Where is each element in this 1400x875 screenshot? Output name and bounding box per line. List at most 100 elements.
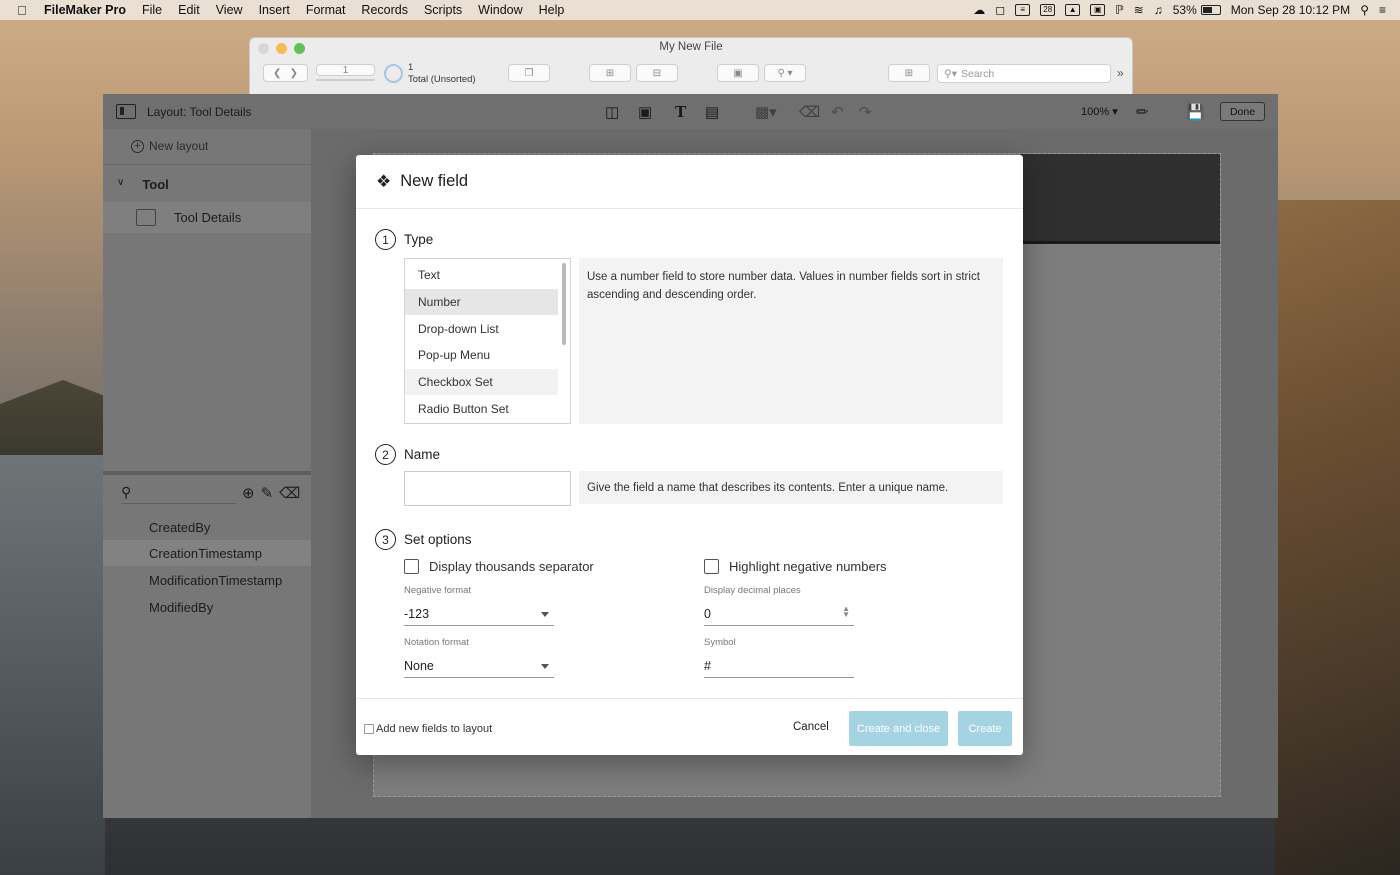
- delete-record-button[interactable]: ⊟: [636, 64, 678, 82]
- negative-format-label: Negative format: [404, 585, 472, 596]
- add-field-icon[interactable]: ⊕: [242, 484, 255, 502]
- done-button[interactable]: Done: [1220, 102, 1265, 121]
- chevron-right-icon[interactable]: ❯: [290, 68, 298, 79]
- toolbar-overflow-icon[interactable]: »: [1117, 66, 1124, 80]
- spotlight-search-icon[interactable]: ⚲: [1360, 3, 1369, 17]
- field-cubes-icon: ❖: [376, 171, 392, 191]
- battery-percent: 53%: [1172, 3, 1197, 17]
- caret-down-icon: [541, 612, 549, 617]
- checkbox-label: Add new fields to layout: [376, 723, 493, 735]
- record-number-input[interactable]: 1: [316, 64, 375, 76]
- menu-help[interactable]: Help: [531, 3, 573, 17]
- square-icon: ▣: [733, 67, 743, 79]
- record-slider[interactable]: [316, 79, 375, 81]
- text-tool-icon[interactable]: T: [675, 103, 686, 121]
- checkbox-box[interactable]: [704, 559, 719, 574]
- new-layout-button[interactable]: + New layout: [131, 139, 208, 153]
- field-tool-icon[interactable]: ◫: [605, 103, 619, 121]
- record-nav-buttons[interactable]: ❮ ❯: [263, 64, 308, 82]
- notation-format-value: None: [404, 658, 434, 673]
- create-and-close-button[interactable]: Create and close: [849, 711, 948, 746]
- menu-app-name[interactable]: FileMaker Pro: [44, 3, 134, 17]
- edit-field-icon[interactable]: ✎: [261, 484, 274, 502]
- menu-records[interactable]: Records: [353, 3, 416, 17]
- cancel-button[interactable]: Cancel: [793, 721, 829, 733]
- menu-window[interactable]: Window: [470, 3, 530, 17]
- format-painter-icon[interactable]: ✏: [1136, 103, 1149, 121]
- pages-icon: ❐: [524, 67, 534, 79]
- notification-center-icon[interactable]: ≡: [1379, 3, 1386, 17]
- layout-header-part[interactable]: [1020, 154, 1220, 244]
- redo-icon[interactable]: ↷: [859, 103, 872, 121]
- type-item-number[interactable]: Number: [405, 288, 558, 316]
- field-item-createdby[interactable]: CreatedBy: [103, 514, 311, 540]
- checkbox-box[interactable]: [404, 559, 419, 574]
- menu-insert[interactable]: Insert: [251, 3, 298, 17]
- quick-find-button[interactable]: ⚲ ▾: [764, 64, 806, 82]
- menu-file[interactable]: File: [134, 3, 170, 17]
- type-item-text[interactable]: Text: [405, 262, 558, 289]
- field-item-modifiedby[interactable]: ModifiedBy: [103, 594, 311, 620]
- calendar-icon[interactable]: 28: [1040, 4, 1056, 16]
- volume-icon[interactable]: ♫: [1154, 3, 1163, 17]
- menu-scripts[interactable]: Scripts: [416, 3, 470, 17]
- notation-format-select[interactable]: None: [404, 654, 554, 678]
- highlight-negative-checkbox[interactable]: Highlight negative numbers: [704, 559, 887, 574]
- find-button[interactable]: ▣: [717, 64, 759, 82]
- menu-format[interactable]: Format: [298, 3, 354, 17]
- battery-icon: [1200, 5, 1221, 15]
- type-item-radio-button-set[interactable]: Radio Button Set: [405, 395, 558, 422]
- create-button[interactable]: Create: [958, 711, 1012, 746]
- field-search-input[interactable]: ⚲: [121, 482, 236, 504]
- creative-cloud-icon[interactable]: ☁: [973, 3, 985, 17]
- undo-icon[interactable]: ↶: [831, 103, 844, 121]
- menu-edit[interactable]: Edit: [170, 3, 208, 17]
- airplay-icon[interactable]: ▲: [1065, 4, 1081, 16]
- apple-menu-icon[interactable]: : [0, 3, 44, 18]
- thousands-separator-checkbox[interactable]: Display thousands separator: [404, 559, 594, 574]
- checkbox-label: Display thousands separator: [429, 559, 594, 574]
- field-picker-icon[interactable]: ▣: [638, 103, 652, 121]
- new-window-button[interactable]: ⊞: [888, 64, 930, 82]
- decimal-places-stepper[interactable]: 0 ▲ ▼: [704, 602, 854, 626]
- new-record-button[interactable]: ⊞: [589, 64, 631, 82]
- theme-icon[interactable]: ▩▾: [755, 103, 777, 121]
- zoom-level[interactable]: 100% ▾: [1081, 105, 1118, 118]
- show-all-button[interactable]: ❐: [508, 64, 550, 82]
- field-item-creationtimestamp[interactable]: CreationTimestamp: [103, 540, 311, 566]
- add-to-layout-checkbox[interactable]: Add new fields to layout: [364, 723, 492, 735]
- chevron-down-icon[interactable]: ∨: [117, 177, 124, 192]
- delete-field-icon[interactable]: ⌫: [279, 484, 300, 502]
- battery-status[interactable]: 53%: [1173, 3, 1221, 17]
- finder-icon[interactable]: ◻: [995, 3, 1005, 17]
- step-number: 1: [375, 229, 396, 250]
- field-item-modificationtimestamp[interactable]: ModificationTimestamp: [103, 567, 311, 593]
- screen-icon[interactable]: ▣: [1090, 4, 1106, 16]
- layout-item-tool-details[interactable]: Tool Details: [103, 202, 311, 233]
- layout-group-tool[interactable]: ∨ Tool: [117, 177, 169, 192]
- negative-format-select[interactable]: -123: [404, 602, 554, 626]
- step-label: Type: [404, 232, 434, 247]
- image-tool-icon[interactable]: ▤: [705, 103, 719, 121]
- save-layout-icon[interactable]: 💾: [1186, 103, 1205, 121]
- field-type-list[interactable]: Text Number Drop-down List Pop-up Menu C…: [404, 258, 571, 424]
- checkbox-box[interactable]: [364, 724, 374, 734]
- stepper-arrows-icon[interactable]: ▲ ▼: [842, 605, 850, 619]
- list-icon[interactable]: ≡: [1015, 4, 1031, 16]
- menu-view[interactable]: View: [208, 3, 251, 17]
- status-menus: ☁ ◻ ≡ 28 ▲ ▣ ℙ ≋ ♫ 53% Mon Sep 28 10:12 …: [973, 3, 1400, 17]
- wifi-icon[interactable]: ≋: [1134, 3, 1144, 17]
- sidebar-toggle-icon[interactable]: [116, 104, 136, 119]
- type-item-popup-menu[interactable]: Pop-up Menu: [405, 342, 558, 369]
- window-title: My New File: [659, 41, 723, 53]
- list-scrollbar[interactable]: [562, 263, 566, 345]
- field-name-input[interactable]: [404, 471, 571, 506]
- chevron-left-icon[interactable]: ❮: [273, 68, 281, 79]
- clock[interactable]: Mon Sep 28 10:12 PM: [1231, 3, 1350, 17]
- type-item-checkbox-set[interactable]: Checkbox Set: [405, 368, 558, 396]
- symbol-input[interactable]: #: [704, 654, 854, 678]
- trash-icon[interactable]: ⌫: [799, 103, 820, 121]
- type-item-dropdown-list[interactable]: Drop-down List: [405, 315, 558, 342]
- search-input[interactable]: ⚲▾ Search: [937, 64, 1111, 83]
- bluetooth-icon[interactable]: ℙ: [1115, 3, 1123, 17]
